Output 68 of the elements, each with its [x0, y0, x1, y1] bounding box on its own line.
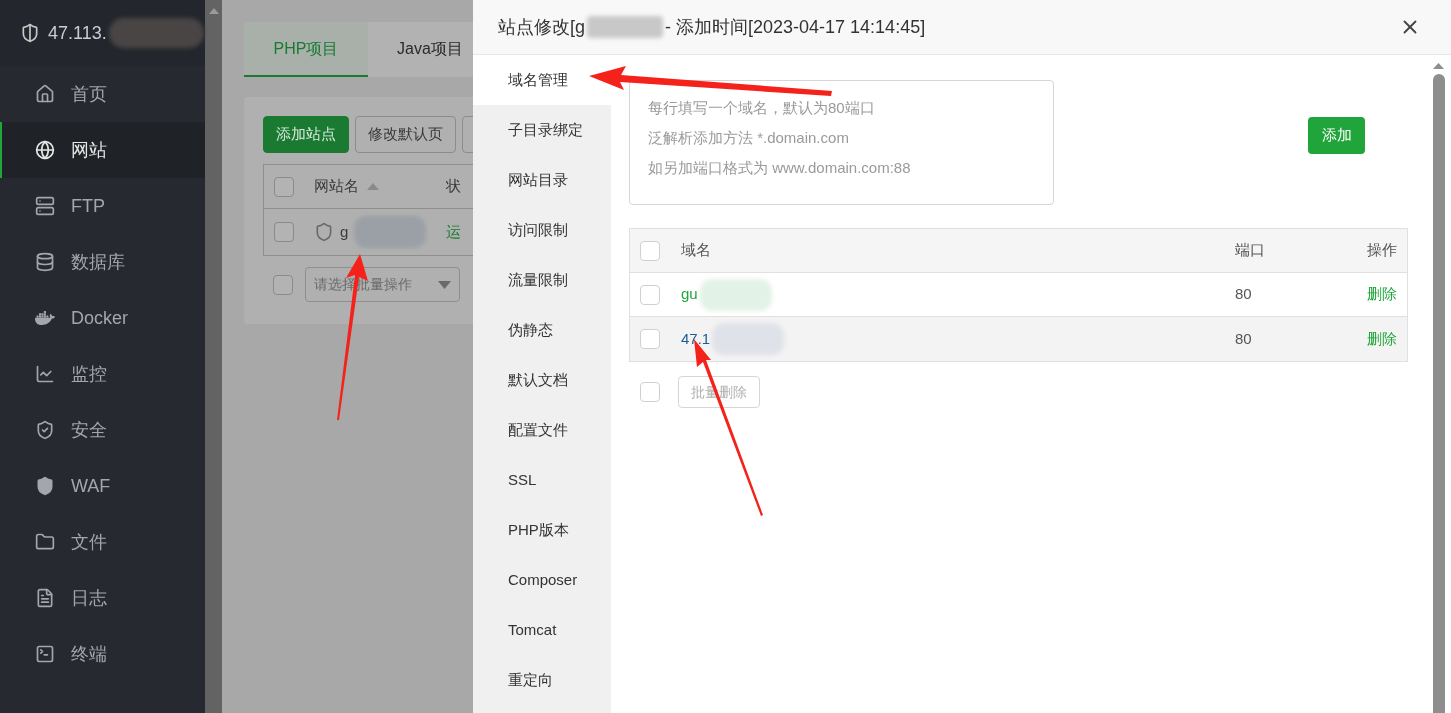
scrollbar[interactable]: [205, 0, 222, 713]
column-header[interactable]: 网站名: [314, 175, 426, 198]
table-row[interactable]: 47.1 80 删除: [630, 317, 1407, 361]
folder-icon: [35, 532, 55, 552]
nav-item[interactable]: SSL: [473, 455, 611, 505]
sort-up-icon[interactable]: [367, 183, 379, 190]
sidebar-item[interactable]: 终端: [0, 626, 205, 682]
dialog-title: - 添加时间[2023-04-17 14:14:45]: [665, 15, 926, 39]
action-button[interactable]: 修改默认页: [355, 116, 456, 153]
shield-icon: [35, 476, 55, 496]
database-icon: [35, 252, 55, 272]
nav-item[interactable]: 默认文档: [473, 355, 611, 405]
scrollbar-thumb[interactable]: [1432, 74, 1445, 713]
nav-item[interactable]: 配置文件: [473, 405, 611, 455]
checkbox[interactable]: [640, 240, 660, 261]
sidebar-item[interactable]: 网站: [0, 122, 205, 178]
sidebar-item[interactable]: 首页: [0, 66, 205, 122]
checkbox[interactable]: [273, 274, 293, 295]
domain-link[interactable]: gu: [681, 283, 698, 306]
nav-item[interactable]: PHP版本: [473, 505, 611, 555]
whale-icon: [35, 308, 55, 328]
sidebar-item[interactable]: 安全: [0, 402, 205, 458]
nav-item[interactable]: 重定向: [473, 655, 611, 705]
sidebar-item[interactable]: 日志: [0, 570, 205, 626]
nav-item[interactable]: 域名管理: [473, 55, 611, 105]
document-icon: [35, 588, 55, 608]
sidebar-item[interactable]: 监控: [0, 346, 205, 402]
sidebar-item[interactable]: 文件: [0, 514, 205, 570]
add-button[interactable]: 添加: [1308, 117, 1365, 154]
scroll-up-icon[interactable]: [208, 8, 219, 14]
port-cell-text: 80: [1235, 284, 1253, 305]
port-cell-text: 80: [1235, 328, 1253, 349]
checkbox[interactable]: [640, 329, 660, 349]
site-name[interactable]: g: [339, 220, 349, 244]
sidebar-item[interactable]: WAF: [0, 458, 205, 514]
checkbox[interactable]: [274, 222, 294, 242]
nav-item[interactable]: 伪静态: [473, 305, 611, 355]
nav-item[interactable]: Tomcat: [473, 605, 611, 655]
delete-link[interactable]: 删除: [1367, 283, 1397, 306]
sidebar-item[interactable]: FTP: [0, 178, 205, 234]
column-header: 域名: [681, 240, 712, 261]
caret-icon: [438, 280, 451, 289]
server-title: 47.113.: [48, 21, 107, 45]
nav-item[interactable]: 访问限制: [473, 205, 611, 255]
terminal-icon: [35, 644, 55, 664]
column-header: 端口: [1235, 240, 1266, 261]
scroll-up-icon[interactable]: [1433, 63, 1444, 69]
nav-item[interactable]: 网站目录: [473, 155, 611, 205]
checkbox[interactable]: [640, 284, 660, 305]
globe-icon: [35, 140, 55, 160]
nav-item[interactable]: 流量限制: [473, 255, 611, 305]
home-icon: [35, 84, 55, 104]
chart-icon: [35, 364, 55, 384]
checkbox[interactable]: [274, 176, 294, 197]
shield-icon: [314, 222, 334, 242]
column-header: 操作: [1367, 240, 1397, 261]
domain-link[interactable]: 47.1: [681, 327, 711, 351]
shield-check-icon: [35, 420, 55, 440]
logo-icon: [20, 23, 40, 43]
action-button[interactable]: 添加站点: [263, 116, 349, 153]
tab[interactable]: Java项目: [368, 22, 473, 77]
sidebar-item[interactable]: Docker: [0, 290, 205, 346]
column-header: 状: [446, 176, 461, 197]
server-icon: [35, 196, 55, 216]
dialog-title: 站点修改[g: [498, 15, 585, 39]
nav-item[interactable]: 子目录绑定: [473, 105, 611, 155]
nav-item[interactable]: Composer: [473, 555, 611, 605]
sidebar-item[interactable]: 数据库: [0, 234, 205, 290]
